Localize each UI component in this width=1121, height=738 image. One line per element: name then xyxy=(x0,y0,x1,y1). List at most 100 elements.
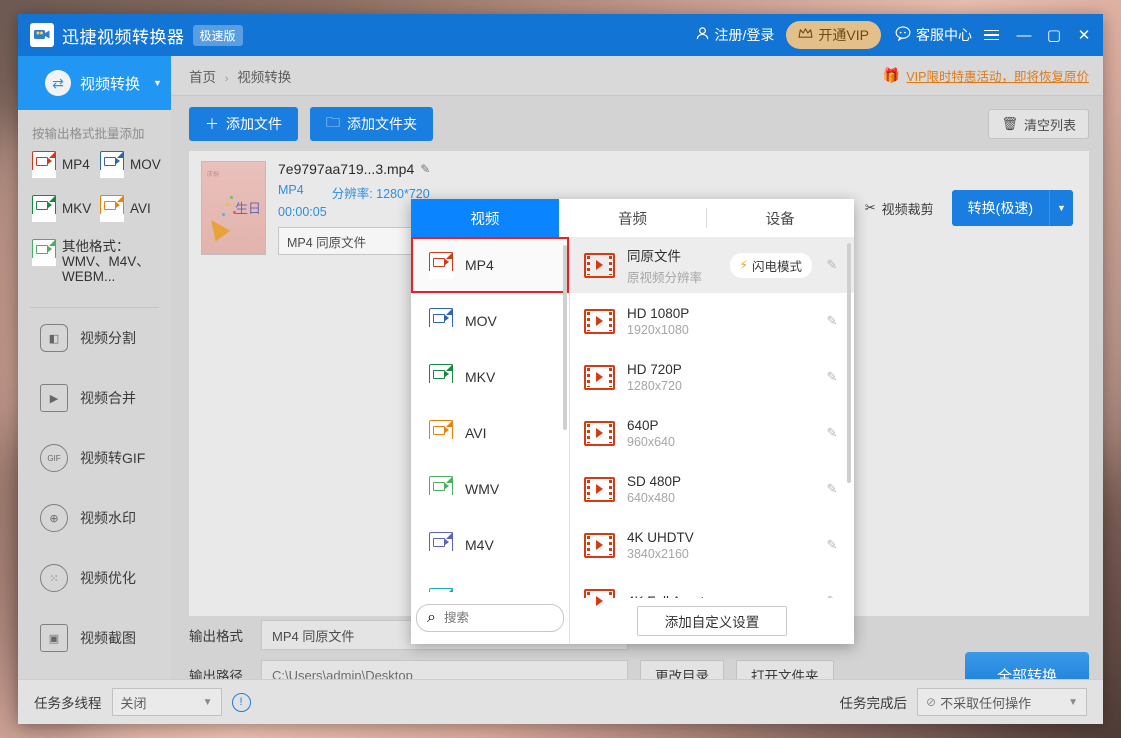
minimize-button[interactable]: — xyxy=(1009,20,1039,50)
thumbnail-text: 生日 xyxy=(235,201,262,216)
sidebar-format-avi[interactable]: AVI AVI xyxy=(100,195,168,222)
preset-same-as-source[interactable]: 同原文件 原视频分辨率 ⚡ 闪电模式 ✎ xyxy=(570,237,854,293)
tab-video[interactable]: 视频 xyxy=(411,199,559,237)
flash-mode-label: 闪电模式 xyxy=(751,259,802,274)
edit-pencil-icon[interactable]: ✎ xyxy=(824,537,840,553)
sidebar-format-other[interactable]: WMV 其他格式：WMV、M4V、WEBM... xyxy=(32,239,171,284)
format-dropdown-tabs: 视频 音频 设备 xyxy=(411,199,855,237)
merge-icon: ▶ xyxy=(40,384,68,412)
format-dropdown-body: MP4 MP4 MOV MOV MKV MKV AVI AVI WMV WMV … xyxy=(411,237,854,644)
preset-name: 640P xyxy=(627,417,659,433)
app-title: 迅捷视频转换器 xyxy=(62,27,185,47)
support-center-button[interactable]: 客服中心 xyxy=(895,25,972,45)
breadcrumb-current: 视频转换 xyxy=(237,69,292,85)
close-button[interactable]: ✕ xyxy=(1069,20,1099,50)
tab-audio[interactable]: 音频 xyxy=(558,199,707,237)
video-crop-button[interactable]: ✂ 视频裁剪 xyxy=(865,199,934,218)
mp4-file-icon: MP4 xyxy=(429,251,453,279)
confetti-dot xyxy=(222,213,225,216)
info-icon[interactable]: ! xyxy=(231,692,251,712)
sidebar-item-label: 视频优化 xyxy=(80,570,136,586)
batch-add-hint: 按输出格式批量添加 xyxy=(32,127,145,141)
format-search-area: ⌕ xyxy=(411,592,569,644)
scissors-icon: ✂ xyxy=(864,200,876,215)
preset-name: HD 1080P xyxy=(627,305,690,321)
preset-list-pane: 同原文件 原视频分辨率 ⚡ 闪电模式 ✎ HD 1080P 1920x1080 … xyxy=(570,237,854,644)
sidebar-format-label: 其他格式：WMV、M4V、WEBM... xyxy=(62,239,150,284)
convert-button[interactable]: 转换(极速) xyxy=(951,190,1049,226)
breadcrumb-home[interactable]: 首页 xyxy=(189,70,216,85)
format-option-mov[interactable]: MOV MOV xyxy=(411,293,569,349)
sidebar-item-optimize[interactable]: ⁙ 视频优化 xyxy=(18,548,171,608)
preset-text: HD 1080P 1920x1080 xyxy=(627,306,812,337)
flash-mode-badge[interactable]: ⚡ 闪电模式 xyxy=(729,252,812,278)
preset-list-scrollbar[interactable] xyxy=(847,243,851,483)
plus-icon: ＋ xyxy=(205,116,219,132)
film-icon xyxy=(584,476,615,502)
edit-pencil-icon[interactable]: ✎ xyxy=(824,481,840,497)
sidebar-format-mov[interactable]: MOV MOV xyxy=(100,151,168,178)
mov-file-icon: MOV xyxy=(100,151,124,178)
add-custom-setting-button[interactable]: 添加自定义设置 xyxy=(637,606,787,636)
edit-pencil-icon[interactable]: ✎ xyxy=(824,257,840,273)
sidebar-format-grid: MP4 MP4 MOV MOV MKV MKV AVI AVI WMV 其他格式… xyxy=(18,151,171,305)
sidebar-item-watermark[interactable]: ⊕ 视频水印 xyxy=(18,488,171,548)
format-option-m4v[interactable]: M4V M4V xyxy=(411,517,569,573)
preset-name: 4K UHDTV xyxy=(627,529,694,545)
preset-hd-720p[interactable]: HD 720P 1280x720 ✎ xyxy=(570,349,854,405)
thread-select[interactable]: 关闭 ▼ xyxy=(111,688,222,716)
format-option-mkv[interactable]: MKV MKV xyxy=(411,349,569,405)
format-option-mpg[interactable]: MPG MPG xyxy=(411,573,569,592)
preset-sd-480p[interactable]: SD 480P 640x480 ✎ xyxy=(570,461,854,517)
preset-name: SD 480P xyxy=(627,473,682,489)
sidebar-module-selector[interactable]: ⇄ 视频转换 ▼ xyxy=(18,56,171,110)
format-option-avi[interactable]: AVI AVI xyxy=(411,405,569,461)
file-actions: ✂ 视频裁剪 转换(极速) ▼ xyxy=(865,161,1077,255)
format-option-label: MOV xyxy=(465,313,497,329)
convert-dropdown-button[interactable]: ▼ xyxy=(1049,190,1073,226)
output-format-label: 输出格式 xyxy=(189,629,243,644)
menu-icon[interactable] xyxy=(984,29,999,41)
film-icon xyxy=(584,252,615,278)
vip-button[interactable]: 开通VIP xyxy=(786,21,881,49)
party-popper-icon xyxy=(203,214,231,242)
format-list-scrollbar[interactable] xyxy=(563,245,567,430)
vip-promo-banner[interactable]: 🎁 VIP限时特惠活动，即将恢复原价 xyxy=(883,66,1089,85)
sidebar-item-screenshot[interactable]: ▣ 视频截图 xyxy=(18,608,171,668)
edit-pencil-icon[interactable]: ✎ xyxy=(824,369,840,385)
sidebar-item-split[interactable]: ◧ 视频分割 xyxy=(18,308,171,368)
tab-device[interactable]: 设备 xyxy=(706,199,855,237)
clear-list-button[interactable]: 🗑 清空列表 xyxy=(988,109,1089,139)
add-file-button[interactable]: ＋ 添加文件 xyxy=(189,107,298,141)
rename-pencil-icon[interactable]: ✎ xyxy=(420,162,430,176)
sidebar-format-mp4[interactable]: MP4 MP4 xyxy=(32,151,100,178)
edit-pencil-icon[interactable]: ✎ xyxy=(824,313,840,329)
sidebar-item-gif[interactable]: GIF 视频转GIF xyxy=(18,428,171,488)
add-folder-button[interactable]: 🗀 添加文件夹 xyxy=(310,107,433,141)
breadcrumb: 首页 › 视频转换 xyxy=(189,66,291,86)
preset-hd-1080p[interactable]: HD 1080P 1920x1080 ✎ xyxy=(570,293,854,349)
login-button[interactable]: 注册/登录 xyxy=(695,25,774,45)
preset-text: 同原文件 原视频分辨率 xyxy=(627,245,718,286)
thread-value: 关闭 xyxy=(120,695,147,711)
preset-sub: 原视频分辨率 xyxy=(627,270,703,285)
edit-pencil-icon[interactable]: ✎ xyxy=(824,425,840,441)
application-window: 迅捷视频转换器 极速版 注册/登录 开通VIP 客服中心 — ▢ ✕ ⇄ 视频转… xyxy=(18,14,1103,724)
resolution-label: 分辨率: xyxy=(331,187,373,201)
sidebar-format-mkv[interactable]: MKV MKV xyxy=(32,195,100,222)
format-option-label: AVI xyxy=(465,425,487,441)
preset-640p[interactable]: 640P 960x640 ✎ xyxy=(570,405,854,461)
format-option-wmv[interactable]: WMV WMV xyxy=(411,461,569,517)
format-search-box[interactable]: ⌕ xyxy=(416,604,564,632)
after-task-select[interactable]: ⊘ 不采取任何操作 ▼ xyxy=(917,688,1087,716)
thumbnail-caption: 庆祝 xyxy=(207,172,220,178)
after-task-label: 任务完成后 xyxy=(839,696,908,711)
search-input[interactable] xyxy=(441,610,536,626)
preset-4k-uhdtv[interactable]: 4K UHDTV 3840x2160 ✎ xyxy=(570,517,854,573)
folder-icon: 🗀 xyxy=(326,114,340,130)
preset-text: SD 480P 640x480 xyxy=(627,474,812,505)
toolbar: ＋ 添加文件 🗀 添加文件夹 🗑 清空列表 xyxy=(171,96,1103,152)
format-option-mp4[interactable]: MP4 MP4 xyxy=(411,237,569,293)
sidebar-item-merge[interactable]: ▶ 视频合并 xyxy=(18,368,171,428)
maximize-button[interactable]: ▢ xyxy=(1039,20,1069,50)
